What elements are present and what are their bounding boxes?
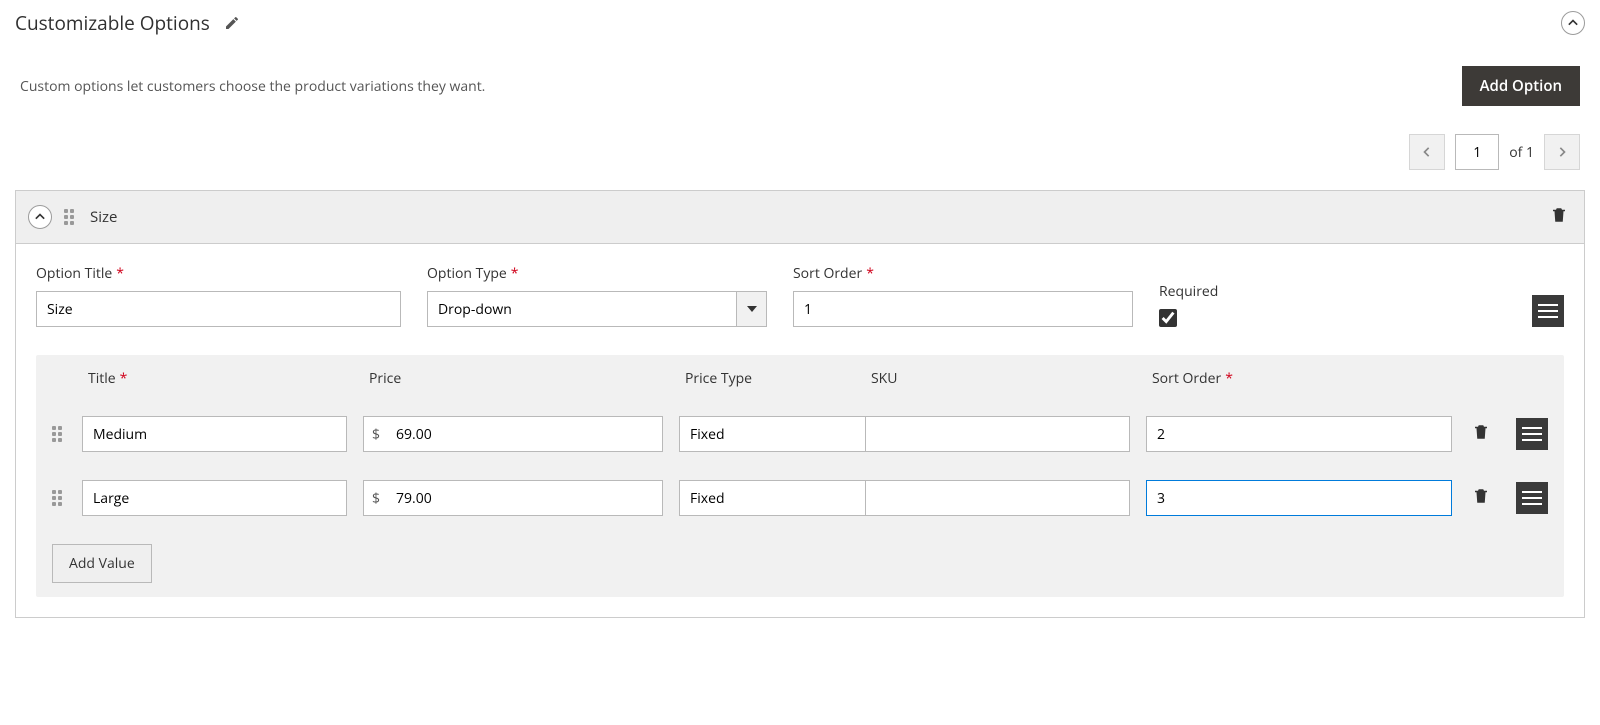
option-type-select[interactable] [427, 291, 737, 327]
option-sort-label: Sort Order* [793, 264, 1133, 283]
col-sort: Sort Order* [1152, 369, 1548, 388]
delete-option-button[interactable] [1546, 201, 1572, 233]
delete-value-button[interactable] [1468, 482, 1494, 514]
value-title-input[interactable] [82, 480, 347, 516]
col-price: Price [369, 369, 669, 388]
trash-icon [1550, 205, 1568, 225]
trash-icon [1472, 422, 1490, 442]
section-collapse-button[interactable] [1561, 11, 1585, 35]
option-name: Size [90, 207, 117, 227]
value-row: $ [36, 402, 1564, 466]
value-settings-button[interactable] [1516, 482, 1548, 514]
value-row: $ [36, 466, 1564, 530]
option-settings-button[interactable] [1532, 295, 1564, 327]
option-title-label: Option Title* [36, 264, 401, 283]
option-collapse-button[interactable] [28, 205, 52, 229]
trash-icon [1472, 486, 1490, 506]
add-option-button[interactable]: Add Option [1462, 66, 1580, 106]
currency-symbol: $ [364, 489, 388, 508]
option-type-dropdown-button[interactable] [737, 291, 767, 327]
drag-handle-icon[interactable] [52, 489, 66, 507]
col-sku: SKU [871, 369, 1136, 388]
page-input[interactable] [1455, 134, 1499, 170]
add-value-button[interactable]: Add Value [52, 544, 152, 583]
prev-page-button[interactable] [1409, 134, 1445, 170]
value-price-input[interactable] [388, 481, 662, 515]
option-type-label: Option Type* [427, 264, 767, 283]
next-page-button[interactable] [1544, 134, 1580, 170]
drag-handle-icon[interactable] [64, 208, 78, 226]
edit-icon[interactable] [224, 15, 240, 31]
value-sku-input[interactable] [865, 416, 1130, 452]
value-price-input[interactable] [388, 417, 662, 451]
option-title-input[interactable] [36, 291, 401, 327]
value-sort-input[interactable] [1146, 480, 1452, 516]
required-label: Required [1159, 282, 1249, 301]
option-sort-input[interactable] [793, 291, 1133, 327]
page-of-label: of 1 [1509, 143, 1534, 162]
delete-value-button[interactable] [1468, 418, 1494, 450]
col-title: Title* [88, 369, 353, 388]
price-type-select[interactable] [679, 416, 878, 452]
currency-symbol: $ [364, 425, 388, 444]
required-checkbox[interactable] [1159, 309, 1177, 327]
col-price-type: Price Type [685, 369, 855, 388]
value-settings-button[interactable] [1516, 418, 1548, 450]
section-title: Customizable Options [15, 10, 210, 36]
section-description: Custom options let customers choose the … [20, 77, 485, 96]
value-title-input[interactable] [82, 416, 347, 452]
drag-handle-icon[interactable] [52, 425, 66, 443]
value-sort-input[interactable] [1146, 416, 1452, 452]
value-sku-input[interactable] [865, 480, 1130, 516]
price-type-select[interactable] [679, 480, 878, 516]
